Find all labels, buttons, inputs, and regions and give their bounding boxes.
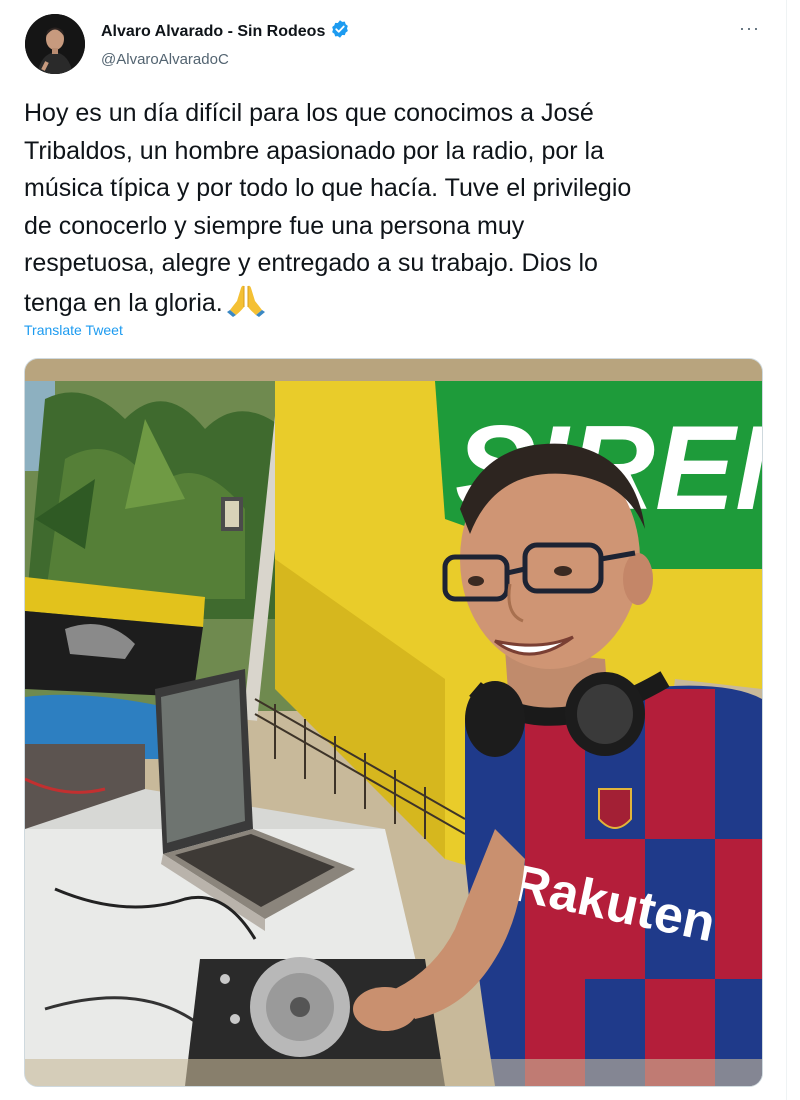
verified-badge-icon <box>330 19 350 44</box>
profile-photo-icon <box>25 14 85 74</box>
translate-tweet-link[interactable]: Translate Tweet <box>24 322 123 338</box>
dj-photo-image: SIREN <box>25 359 762 1086</box>
author-display-name[interactable]: Alvaro Alvarado - Sin Rodeos <box>101 23 325 41</box>
tweet-text: Hoy es un día difícil para los que conoc… <box>24 95 759 328</box>
author-handle[interactable]: @AlvaroAlvaradoC <box>101 51 350 68</box>
tweet-photo[interactable]: SIREN <box>24 358 763 1087</box>
tweet-text-body: Hoy es un día difícil para los que conoc… <box>24 99 632 317</box>
author-avatar[interactable] <box>25 14 85 74</box>
tweet-card: Alvaro Alvarado - Sin Rodeos @AlvaroAlva… <box>0 0 800 1100</box>
more-options-button[interactable]: ··· <box>739 18 760 39</box>
author-names: Alvaro Alvarado - Sin Rodeos @AlvaroAlva… <box>101 19 350 68</box>
folded-hands-emoji-icon <box>226 283 265 329</box>
